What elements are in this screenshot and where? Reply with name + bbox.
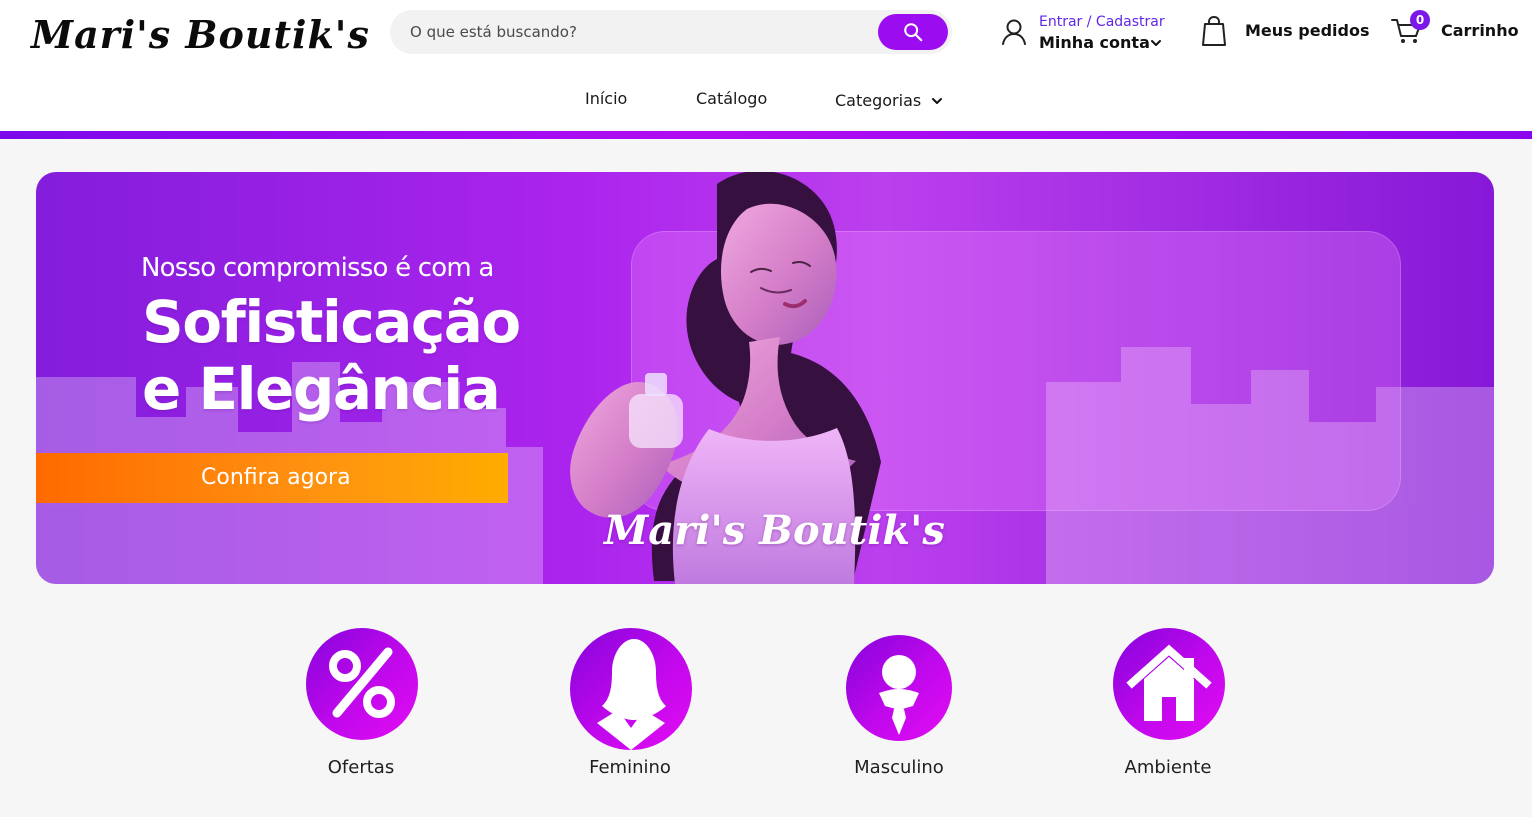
user-icon [1002, 19, 1026, 45]
nav-categories[interactable]: Categorias [835, 90, 921, 112]
hero-headline-line-1: Sofisticação [142, 288, 521, 356]
home-icon [1126, 644, 1212, 721]
female-icon [597, 639, 666, 750]
category-offers-circle [306, 628, 418, 740]
category-masculine-circle [846, 635, 952, 741]
hero-banner[interactable]: Nosso compromisso é com a Sofisticação e… [36, 172, 1494, 584]
hero-cta-button[interactable]: Confira agora [36, 453, 508, 503]
logo[interactable]: Mari's Boutik's [31, 11, 369, 59]
account-menu[interactable]: Entrar / Cadastrar Minha conta [999, 12, 1177, 56]
search-input[interactable] [408, 10, 858, 54]
category-home-circle [1113, 628, 1225, 740]
male-icon [879, 655, 919, 735]
nav-home[interactable]: Início [585, 88, 627, 110]
cart-link[interactable]: 0 Carrinho [1390, 10, 1520, 50]
category-label[interactable]: Masculino [829, 756, 969, 780]
account-label[interactable]: Minha conta [1039, 33, 1150, 53]
cart-count-badge: 0 [1410, 10, 1430, 30]
category-label[interactable]: Feminino [560, 756, 700, 780]
cart-label[interactable]: Carrinho [1441, 21, 1519, 41]
category-home[interactable]: Ambiente [1098, 628, 1238, 783]
nav-catalog[interactable]: Catálogo [696, 88, 767, 110]
hero-headline-line-2: e Elegância [142, 355, 501, 423]
main-navigation: Início Catálogo Categorias [585, 88, 955, 112]
search-button[interactable] [878, 14, 948, 50]
chevron-down-icon [1151, 40, 1161, 46]
chevron-down-icon [932, 98, 942, 104]
search-bar [390, 10, 952, 54]
percent-icon [329, 647, 395, 718]
hero-intro-text: Nosso compromisso é com a [141, 253, 494, 283]
site-header: Mari's Boutik's Entrar / Cadastrar Minha… [0, 0, 1532, 139]
category-label[interactable]: Ofertas [291, 756, 431, 780]
category-feminine-circle [570, 628, 692, 750]
category-feminine[interactable]: Feminino [560, 628, 700, 783]
page: Mari's Boutik's Entrar / Cadastrar Minha… [0, 0, 1532, 817]
orders-label[interactable]: Meus pedidos [1245, 21, 1369, 41]
orders-link[interactable]: Meus pedidos [1200, 12, 1369, 52]
login-register-link[interactable]: Entrar / Cadastrar [1039, 13, 1165, 31]
hero-brand-logo: Mari's Boutik's [604, 507, 945, 554]
category-label[interactable]: Ambiente [1098, 756, 1238, 780]
category-offers[interactable]: Ofertas [291, 628, 431, 783]
shopping-bag-icon [1202, 15, 1226, 46]
search-icon [904, 23, 923, 42]
header-accent-bar [0, 131, 1532, 139]
category-masculine[interactable]: Masculino [829, 628, 969, 783]
